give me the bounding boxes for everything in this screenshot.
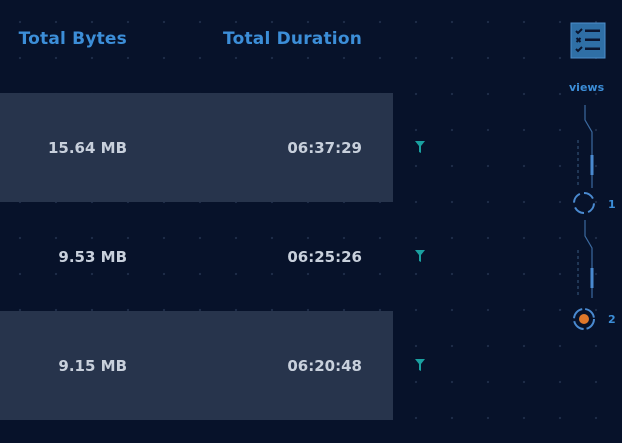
column-header-total-duration[interactable]: Total Duration: [223, 29, 362, 49]
filter-icon[interactable]: [415, 141, 425, 153]
column-header-total-bytes[interactable]: Total Bytes: [19, 29, 127, 49]
filter-icon[interactable]: [415, 250, 425, 262]
total-bytes-cell: 9.15 MB: [58, 357, 127, 375]
total-duration-cell: 06:20:48: [287, 357, 362, 375]
table-row[interactable]: 9.53 MB 06:25:26: [0, 202, 393, 311]
filter-icon[interactable]: [415, 359, 425, 371]
view-1-number: 1: [608, 198, 616, 211]
views-label: views: [569, 81, 605, 94]
table-row[interactable]: 15.64 MB 06:37:29: [0, 93, 393, 202]
checklist-icon[interactable]: [570, 22, 606, 59]
total-duration-cell: 06:25:26: [287, 248, 362, 266]
view-1-button[interactable]: [571, 190, 597, 216]
view-2-button[interactable]: [571, 306, 597, 332]
total-bytes-cell: 15.64 MB: [47, 139, 127, 157]
total-duration-cell: 06:37:29: [287, 139, 362, 157]
total-bytes-cell: 9.53 MB: [58, 248, 127, 266]
view-2-number: 2: [608, 313, 616, 326]
table-row[interactable]: 9.15 MB 06:20:48: [0, 311, 393, 420]
